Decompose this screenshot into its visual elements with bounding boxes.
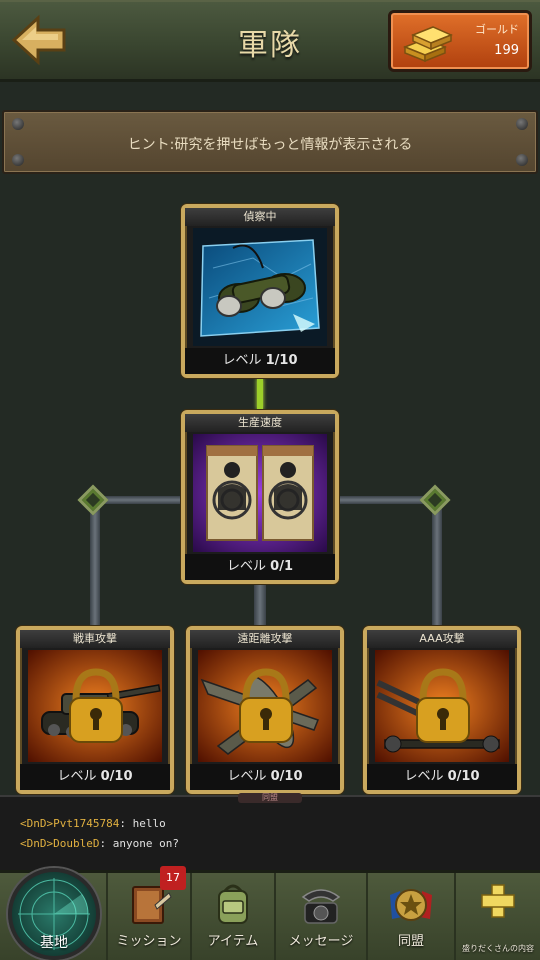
nav-items[interactable]: アイテム: [190, 873, 274, 960]
back-button[interactable]: [10, 14, 70, 66]
level-label: レベル: [227, 559, 267, 574]
level-value: 0/10: [100, 769, 133, 784]
tank-icon: [28, 650, 162, 762]
nav-base[interactable]: 基地: [8, 868, 100, 960]
aa-gun-icon: [375, 650, 509, 762]
active-connector: [257, 378, 263, 410]
nav-label: ミッション: [116, 934, 182, 949]
chat-text: : anyone on?: [99, 837, 179, 850]
card-title: 遠距離攻撃: [190, 630, 340, 648]
chat-message: <DnD>Pvt1745784: hello: [20, 817, 166, 830]
rivet-icon: [12, 118, 24, 130]
rivet-icon: [516, 118, 528, 130]
node-diamond-icon: [419, 484, 451, 516]
card-level: レベル 1/10: [185, 348, 335, 374]
nav-label: メッセージ: [288, 934, 354, 949]
hint-text: ヒント:研究を押せばもっと情報が表示される: [127, 137, 413, 153]
plus-icon: [481, 884, 515, 918]
level-label: レベル: [222, 353, 262, 368]
chat-sender: DoubleD: [53, 837, 100, 850]
gold-amount: 199: [494, 43, 519, 58]
level-label: レベル: [404, 769, 444, 784]
chat-message: <DnD>DoubleD: anyone on?: [20, 837, 179, 850]
top-bar: 軍隊 ゴールド 199: [0, 0, 540, 82]
nav-messages[interactable]: メッセージ: [274, 873, 366, 960]
rivet-icon: [12, 154, 24, 166]
level-label: レベル: [57, 769, 97, 784]
telephone-icon: [301, 889, 341, 924]
hint-banner: ヒント:研究を押せばもっと情報が表示される: [2, 110, 538, 174]
plane-icon: [198, 650, 332, 762]
rivet-icon: [516, 154, 528, 166]
level-value: 0/1: [270, 559, 293, 574]
research-card-ranged-attack[interactable]: 遠距離攻撃 レベル 0/10: [186, 626, 344, 794]
binoculars-icon: [193, 228, 327, 346]
card-level: レベル 0/1: [185, 554, 335, 580]
research-card-tank-attack[interactable]: 戦車攻撃 レベル 0/10: [16, 626, 174, 794]
research-card-production[interactable]: 生産速度 レベル 0/1: [181, 410, 339, 584]
nav-label: 同盟: [397, 934, 424, 949]
node-diamond-icon: [77, 484, 109, 516]
gold-bars-icon: [402, 26, 453, 63]
chat-alliance-tag: <DnD>: [20, 817, 54, 830]
nav-label: アイテム: [207, 934, 259, 949]
arrow-left-icon: [11, 14, 66, 66]
page-title: 軍隊: [238, 28, 302, 63]
nav-label: 基地: [40, 935, 68, 951]
chat-sender: Pvt1745784: [53, 817, 120, 830]
level-value: 1/10: [265, 353, 298, 368]
chat-tab-alliance[interactable]: 同盟: [238, 793, 302, 803]
nav-alliance[interactable]: 同盟: [366, 873, 454, 960]
nav-more[interactable]: 盛りだくさんの内容: [454, 873, 540, 960]
card-title: 偵察中: [185, 208, 335, 226]
card-title: 生産速度: [185, 414, 335, 432]
connector-line: [432, 500, 442, 628]
card-title: AAA攻撃: [367, 630, 517, 648]
chat-alliance-tag: <DnD>: [20, 837, 54, 850]
alliance-emblem-icon: [390, 889, 432, 921]
card-title: 戦車攻撃: [20, 630, 170, 648]
card-level: レベル 0/10: [190, 764, 340, 790]
connector-line: [254, 584, 266, 628]
nav-label: 盛りだくさんの内容: [462, 944, 534, 953]
gold-currency-button[interactable]: ゴールド 199: [388, 10, 532, 72]
chat-panel[interactable]: 同盟 <DnD>Pvt1745784: hello <DnD>DoubleD: …: [0, 793, 540, 870]
target-icon: [193, 434, 327, 552]
level-label: レベル: [227, 769, 267, 784]
backpack-icon: [218, 884, 248, 924]
card-level: レベル 0/10: [367, 764, 517, 790]
missions-badge: 17: [160, 866, 186, 890]
level-value: 0/10: [270, 769, 303, 784]
chat-text: : hello: [119, 817, 166, 830]
connector-line: [90, 500, 100, 628]
level-value: 0/10: [447, 769, 480, 784]
gold-label: ゴールド: [475, 23, 519, 36]
research-card-scouting[interactable]: 偵察中 レベル 1/10: [181, 204, 339, 378]
card-level: レベル 0/10: [20, 764, 170, 790]
research-card-aaa-attack[interactable]: AAA攻撃 レベル 0/10: [363, 626, 521, 794]
